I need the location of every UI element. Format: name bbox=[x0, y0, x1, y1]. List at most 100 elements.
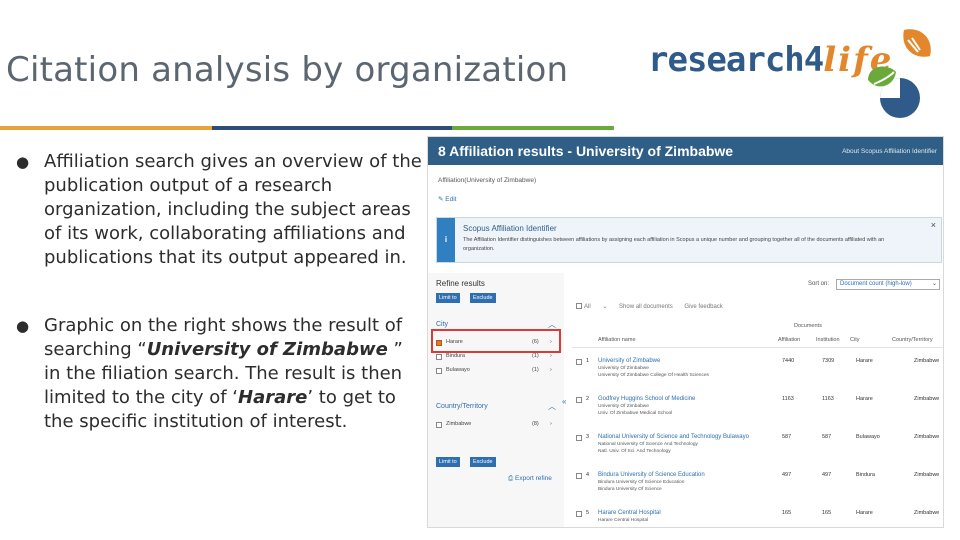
sort-value: Document count (high-low) bbox=[840, 281, 912, 287]
sort-select[interactable]: Document count (high-low) ⌄ bbox=[836, 279, 940, 290]
affiliation-variant: Bindura University Of Science bbox=[598, 487, 662, 492]
affiliation-link[interactable]: National University of Science and Techn… bbox=[598, 434, 749, 440]
row-checkbox[interactable] bbox=[576, 359, 582, 365]
institution-docs[interactable]: 165 bbox=[822, 510, 831, 516]
city-facet-item[interactable]: Bindura (1) › bbox=[436, 353, 562, 365]
institution-docs[interactable]: 497 bbox=[822, 472, 831, 478]
table-row[interactable]: 4 Bindura University of Science Educatio… bbox=[572, 471, 943, 507]
column-header-documents: Documents bbox=[794, 323, 822, 329]
limit-to-button[interactable]: Limit to bbox=[436, 457, 460, 467]
chevron-down-icon: ⌄ bbox=[931, 281, 937, 287]
row-checkbox[interactable] bbox=[576, 397, 582, 403]
column-header-affiliation-name[interactable]: Affiliation name bbox=[598, 337, 636, 343]
table-row[interactable]: 1 University of Zimbabwe University Of Z… bbox=[572, 357, 943, 393]
institution-docs[interactable]: 7309 bbox=[822, 358, 834, 364]
institution-docs[interactable]: 587 bbox=[822, 434, 831, 440]
chevron-right-icon[interactable]: › bbox=[550, 353, 552, 359]
row-number: 1 bbox=[586, 358, 590, 364]
row-country: Zimbabwe bbox=[914, 472, 940, 478]
affiliation-link[interactable]: Godfrey Huggins School of Medicine bbox=[598, 396, 695, 402]
logo-text-4: 4 bbox=[803, 40, 825, 80]
close-icon[interactable]: × bbox=[931, 220, 936, 230]
affiliation-variant: University Of Zimbabwe bbox=[598, 366, 649, 371]
affiliation-variant: University Of Zimbabwe College Of Health… bbox=[598, 373, 709, 378]
column-header-country[interactable]: Country/Territory bbox=[892, 337, 933, 343]
results-list: Sort on: Document count (high-low) ⌄ All… bbox=[568, 273, 943, 527]
affiliation-docs[interactable]: 587 bbox=[782, 434, 791, 440]
checkbox[interactable] bbox=[436, 422, 442, 428]
row-country: Zimbabwe bbox=[914, 396, 940, 402]
affiliation-link[interactable]: Harare Central Hospital bbox=[598, 510, 661, 516]
sort-label: Sort on: bbox=[808, 281, 830, 287]
affiliation-docs[interactable]: 165 bbox=[782, 510, 791, 516]
column-header-city[interactable]: City bbox=[850, 337, 859, 343]
chevron-right-icon[interactable]: › bbox=[550, 367, 552, 373]
select-all-checkbox[interactable]: All ⌄ bbox=[576, 303, 607, 310]
row-city: Bindura bbox=[856, 472, 875, 478]
refine-sidebar: Refine results Limit to Exclude City ︿ H… bbox=[428, 273, 564, 527]
info-title: Scopus Affiliation Identifier bbox=[463, 224, 557, 233]
bullet-list: ● Affiliation search gives an overview o… bbox=[12, 150, 422, 478]
logo-text-research: research bbox=[648, 40, 805, 80]
table-row[interactable]: 5 Harare Central Hospital Harare Central… bbox=[572, 509, 943, 527]
column-header-affiliation[interactable]: Affiliation bbox=[778, 337, 800, 343]
table-row[interactable]: 3 National University of Science and Tec… bbox=[572, 433, 943, 469]
affiliation-docs[interactable]: 497 bbox=[782, 472, 791, 478]
exclude-button[interactable]: Exclude bbox=[470, 457, 496, 467]
research4life-logo: research4life bbox=[648, 26, 938, 126]
chevron-up-icon[interactable]: ︿ bbox=[548, 401, 556, 412]
checkbox[interactable] bbox=[436, 368, 442, 374]
give-feedback-link[interactable]: Give feedback bbox=[684, 304, 722, 310]
divider-orange bbox=[0, 126, 212, 130]
column-header-institution[interactable]: Institution bbox=[816, 337, 840, 343]
divider-navy bbox=[212, 126, 452, 130]
affiliation-docs[interactable]: 7440 bbox=[782, 358, 794, 364]
export-refine-label: Export refine bbox=[515, 475, 552, 482]
logo-leaf-icon bbox=[868, 29, 931, 118]
country-facet-label[interactable]: Country/Territory bbox=[436, 403, 488, 410]
limit-to-button[interactable]: Limit to bbox=[436, 293, 460, 303]
affiliation-link[interactable]: Bindura University of Science Education bbox=[598, 472, 705, 478]
facet-label: Bindura bbox=[446, 353, 465, 359]
show-all-documents-link[interactable]: Show all documents bbox=[619, 304, 673, 310]
row-checkbox[interactable] bbox=[576, 511, 582, 517]
edit-link[interactable]: ✎ Edit bbox=[438, 195, 456, 203]
row-country: Zimbabwe bbox=[914, 510, 940, 516]
row-checkbox[interactable] bbox=[576, 435, 582, 441]
exclude-button[interactable]: Exclude bbox=[470, 293, 496, 303]
bullet-dot-icon: ● bbox=[16, 153, 30, 171]
row-number: 5 bbox=[586, 510, 590, 516]
slide-title: Citation analysis by organization bbox=[6, 50, 569, 90]
export-refine-link[interactable]: ⎙ Export refine bbox=[508, 475, 552, 483]
row-number: 4 bbox=[586, 472, 590, 478]
divider-green bbox=[452, 126, 614, 130]
info-box: i Scopus Affiliation Identifier The Affi… bbox=[436, 217, 942, 263]
harare-highlight-box bbox=[431, 329, 561, 353]
row-number: 2 bbox=[586, 396, 590, 402]
affiliation-variant: Harare Central Hospital bbox=[598, 518, 649, 523]
bullet-dot-icon: ● bbox=[16, 317, 30, 335]
city-facet-item[interactable]: Bulawayo (1) › bbox=[436, 367, 562, 379]
affiliation-variant: Bindura University Of Science Education bbox=[598, 480, 685, 485]
row-city: Harare bbox=[856, 358, 873, 364]
bullet-emphasis: University of Zimbabwe bbox=[146, 339, 388, 360]
affiliation-variant: Natl. Univ. Of Sci. And Technology bbox=[598, 449, 671, 454]
chevron-right-icon[interactable]: › bbox=[550, 421, 552, 427]
about-identifier-link[interactable]: About Scopus Affiliation Identifier bbox=[842, 148, 937, 155]
country-facet-item[interactable]: Zimbabwe (8) › bbox=[436, 421, 562, 433]
facet-count: (8) bbox=[532, 421, 539, 427]
select-all-label: All bbox=[584, 304, 591, 310]
table-row[interactable]: 2 Godfrey Huggins School of Medicine Uni… bbox=[572, 395, 943, 431]
checkbox[interactable] bbox=[436, 354, 442, 360]
bullet-item: ● Affiliation search gives an overview o… bbox=[12, 150, 422, 270]
row-checkbox[interactable] bbox=[576, 473, 582, 479]
affiliation-link[interactable]: University of Zimbabwe bbox=[598, 358, 660, 364]
results-header: 8 Affiliation results - University of Zi… bbox=[428, 137, 943, 165]
institution-docs[interactable]: 1163 bbox=[822, 396, 834, 402]
facet-count: (1) bbox=[532, 353, 539, 359]
city-facet-label[interactable]: City bbox=[436, 321, 448, 328]
double-chevron-left-icon[interactable]: « bbox=[562, 397, 566, 406]
affiliation-docs[interactable]: 1163 bbox=[782, 396, 794, 402]
scopus-screenshot: 8 Affiliation results - University of Zi… bbox=[427, 136, 944, 528]
row-number: 3 bbox=[586, 434, 590, 440]
